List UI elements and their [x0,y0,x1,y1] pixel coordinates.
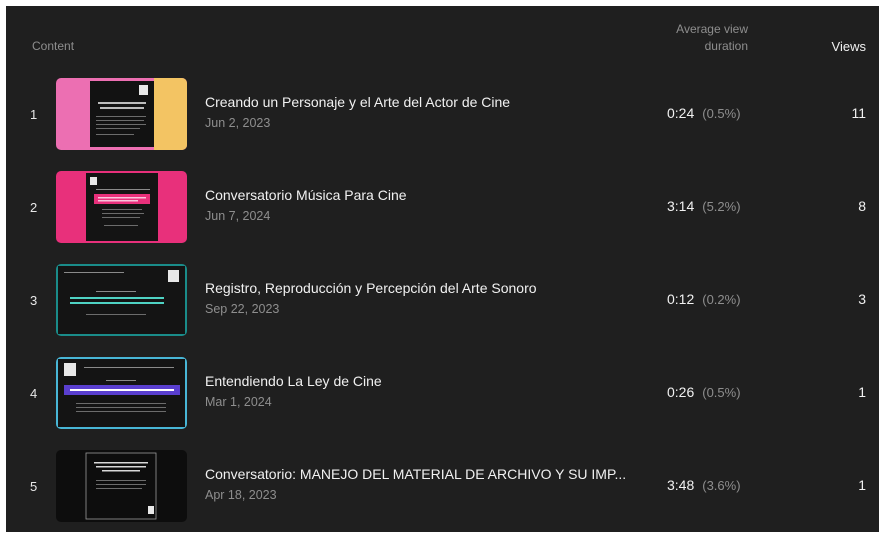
video-date: Sep 22, 2023 [205,302,280,316]
video-title[interactable]: Conversatorio: MANEJO DEL MATERIAL DE AR… [205,466,626,482]
views-cell: 8 [858,198,866,214]
duration-value: 0:12 [667,291,695,307]
duration-value: 3:48 [667,477,695,493]
duration-value: 0:26 [667,384,695,400]
video-thumbnail[interactable] [56,78,187,150]
duration-percent: (3.6%) [702,478,741,493]
top-content-panel: Content Average view duration Views 1 Cr… [6,6,879,532]
video-thumbnail[interactable] [56,264,187,336]
video-thumbnail[interactable] [56,450,187,522]
table-row[interactable]: 4 Entendiendo La Ley de Cine Mar 1, 2024… [6,351,879,444]
video-thumbnail[interactable] [56,357,187,429]
video-date: Jun 7, 2024 [205,209,271,223]
row-rank: 3 [30,293,38,308]
table-row[interactable]: 3 Registro, Reproducción y Percepción de… [6,258,879,351]
video-title[interactable]: Conversatorio Música Para Cine [205,187,407,203]
duration-percent: (0.5%) [702,385,741,400]
video-date: Apr 18, 2023 [205,488,277,502]
table-row[interactable]: 5 Conversatorio: MANEJO DEL MATERIAL DE … [6,444,879,532]
duration-percent: (5.2%) [702,199,741,214]
avg-view-duration-cell: 3:48 (3.6%) [667,477,741,493]
table-header: Content Average view duration Views [6,6,879,74]
row-rank: 5 [30,479,38,494]
video-title[interactable]: Creando un Personaje y el Arte del Actor… [205,94,510,110]
duration-percent: (0.2%) [702,292,741,307]
avg-view-duration-cell: 0:24 (0.5%) [667,105,741,121]
video-title[interactable]: Registro, Reproducción y Percepción del … [205,280,537,296]
avg-view-duration-cell: 3:14 (5.2%) [667,198,741,214]
duration-value: 3:14 [667,198,695,214]
row-rank: 2 [30,200,38,215]
views-cell: 1 [858,477,866,493]
table-row[interactable]: 2 Conversatorio Música Para Cine Jun 7, … [6,165,879,258]
video-date: Mar 1, 2024 [205,395,272,409]
content-column-header: Content [32,39,75,53]
avg-view-duration-cell: 0:12 (0.2%) [667,291,741,307]
row-rank: 4 [30,386,38,401]
views-cell: 11 [851,105,866,121]
views-cell: 3 [858,291,866,307]
video-title[interactable]: Entendiendo La Ley de Cine [205,373,382,389]
avg-view-duration-header-line2: duration [704,39,748,53]
table-row[interactable]: 1 Creando un Personaje y el Arte del Act… [6,72,879,165]
duration-value: 0:24 [667,105,695,121]
views-cell: 1 [858,384,866,400]
row-rank: 1 [30,107,38,122]
video-date: Jun 2, 2023 [205,116,271,130]
duration-percent: (0.5%) [702,106,741,121]
video-thumbnail[interactable] [56,171,187,243]
avg-view-duration-header-line1: Average view [676,22,748,36]
views-column-header[interactable]: Views [786,39,866,54]
avg-view-duration-column-header[interactable]: Average view duration [606,21,748,55]
avg-view-duration-cell: 0:26 (0.5%) [667,384,741,400]
